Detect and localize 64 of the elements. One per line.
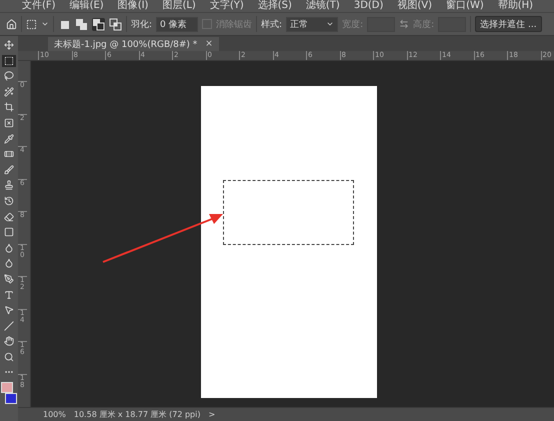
selection-mode-button[interactable] [92,18,105,30]
magic-wand-icon [4,86,14,97]
status-arrow[interactable]: > [208,410,216,419]
tool-button[interactable] [2,272,16,285]
tool-button[interactable] [2,164,16,176]
tool-button[interactable] [2,350,16,363]
zoom-level: 100% [43,410,66,419]
document-tab[interactable]: 未标题-1.jpg @ 100%(RGB/8#) * × [48,37,219,51]
eyedropper-icon [4,134,14,144]
tool-button[interactable] [2,39,16,51]
feather-label: 羽化: [131,18,152,30]
swap-icon[interactable] [399,19,410,29]
menu-item[interactable]: 视图(V) [397,1,432,11]
selection-mode-button[interactable] [109,18,122,30]
document-size: 10.58 厘米 x 18.77 厘米 (72 ppi) [74,409,200,420]
zoom-icon [4,352,14,362]
history-brush-icon [4,196,14,206]
hand-icon [4,336,14,346]
eraser-icon [4,212,14,222]
frame-icon [4,118,14,128]
droplet-icon [4,242,14,253]
caret-icon[interactable] [41,20,49,28]
tool-button[interactable] [2,101,16,114]
menu-item[interactable]: 3D(D) [354,1,384,11]
tool-button[interactable] [2,320,16,332]
tab-title: 未标题-1.jpg @ 100%(RGB/8#) * [54,38,198,50]
pen-icon [4,274,14,284]
tool-button[interactable] [2,132,16,145]
background-swatch[interactable] [5,393,17,404]
bandage-icon [4,149,14,160]
close-button[interactable]: × [205,39,213,49]
tool-button[interactable] [2,210,16,223]
tool-button[interactable] [2,194,16,207]
marquee-icon [4,56,14,66]
menu-item[interactable]: 编辑(E) [70,1,104,11]
marquee-icon[interactable] [26,18,37,30]
selection-mode-button[interactable] [75,18,88,30]
pointer-icon [4,305,14,316]
tool-button[interactable] [2,54,16,67]
stamp-icon [4,180,14,190]
menu-item[interactable]: 图像(I) [118,1,148,11]
foreground-swatch[interactable] [1,382,13,394]
style-select[interactable]: 正常 [286,16,338,32]
move-icon [4,40,14,50]
type-icon [4,290,14,300]
crop-icon [4,102,14,112]
menu-item[interactable]: 选择(S) [258,1,292,11]
select-and-mask-button[interactable]: 选择并遮住 ... [475,16,542,32]
tool-button[interactable] [2,86,16,98]
lasso-icon [4,71,14,82]
menu-item[interactable]: 帮助(H) [498,1,534,11]
tool-button[interactable] [2,304,16,316]
line-icon [4,320,14,331]
feather-field[interactable]: 0 像素 [156,16,198,32]
tool-button[interactable] [2,70,16,82]
home-icon[interactable] [6,18,17,30]
tool-button[interactable] [2,116,16,129]
brush-icon [4,164,14,175]
style-label: 样式: [261,18,282,30]
menu-item[interactable]: 图层(L) [162,1,196,11]
tool-button[interactable] [2,226,16,238]
tool-button[interactable] [2,335,16,348]
menu-item[interactable]: 滤镜(T) [306,1,340,11]
caret-icon [326,20,334,28]
